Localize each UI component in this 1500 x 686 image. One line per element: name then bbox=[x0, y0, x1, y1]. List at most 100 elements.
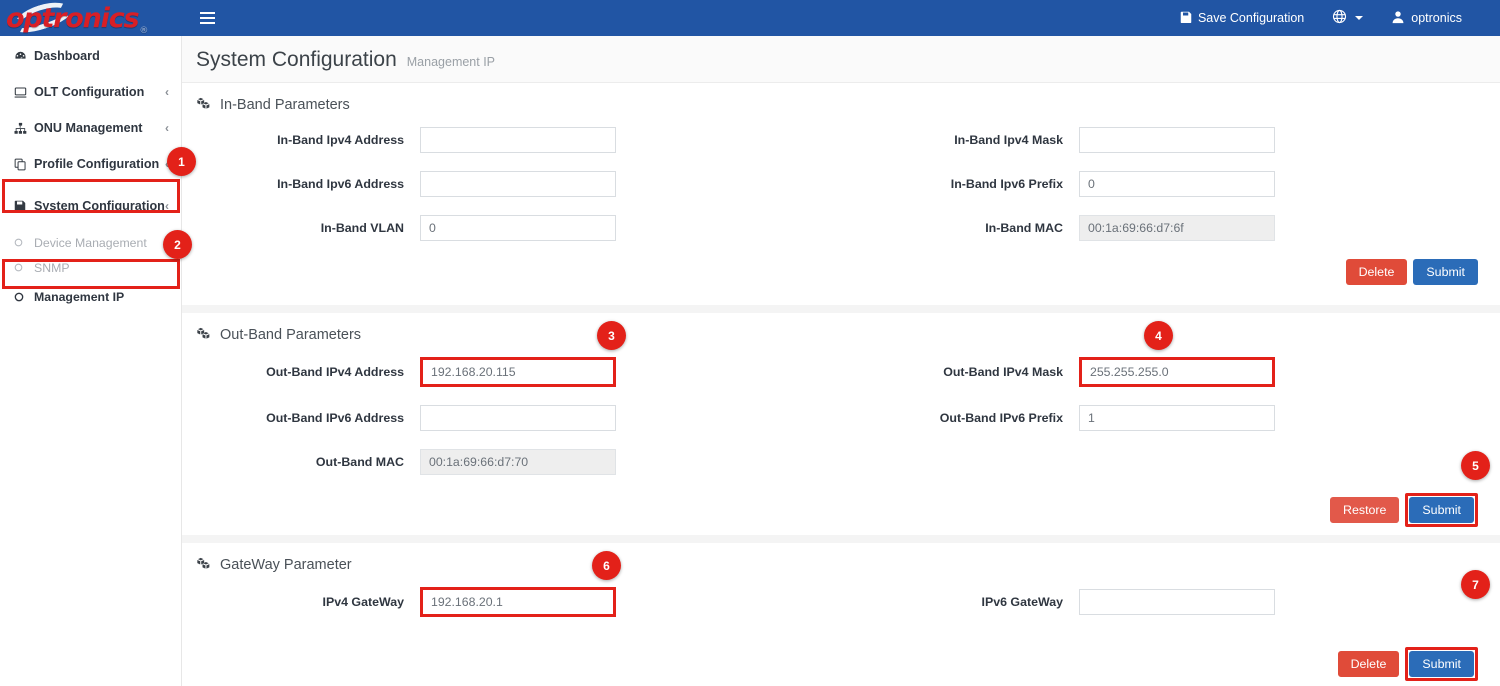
outband-submit-button[interactable]: Submit bbox=[1409, 497, 1474, 523]
cubes-icon bbox=[196, 327, 211, 343]
outband-ipv6-prefix-input[interactable]: 1 bbox=[1079, 405, 1275, 431]
inband-ipv6-prefix-label: In-Band Ipv6 Prefix bbox=[841, 177, 1079, 191]
breadcrumb: Management IP bbox=[407, 55, 495, 69]
gateway-ipv6-input[interactable] bbox=[1079, 589, 1275, 615]
inband-ipv6-address-field: In-Band Ipv6 Address bbox=[182, 171, 841, 197]
circle-o-icon bbox=[14, 292, 34, 302]
inband-ipv4-mask-input[interactable] bbox=[1079, 127, 1275, 153]
save-configuration-button[interactable]: Save Configuration bbox=[1166, 0, 1318, 36]
logo-text: optronics® bbox=[6, 5, 146, 32]
annotation-badge-3: 3 bbox=[597, 321, 626, 350]
floppy-disk-icon bbox=[1180, 11, 1192, 26]
registered-mark-icon: ® bbox=[139, 26, 147, 36]
inband-ipv4-address-input[interactable] bbox=[420, 127, 616, 153]
outband-ipv4-mask-field: Out-Band IPv4 Mask 255.255.255.0 bbox=[841, 357, 1500, 387]
outband-ipv4-address-field: Out-Band IPv4 Address 192.168.20.115 bbox=[182, 357, 841, 387]
inband-mac-field: In-Band MAC 00:1a:69:66:d7:6f bbox=[841, 215, 1500, 241]
inband-button-row: Delete Submit bbox=[182, 259, 1500, 285]
sidebar-subitem-device-management[interactable]: Device Management bbox=[0, 230, 181, 255]
sidebar-item-label: Dashboard bbox=[34, 49, 169, 63]
outband-button-row: Restore Submit bbox=[182, 493, 1500, 527]
outband-ipv6-address-input[interactable] bbox=[420, 405, 616, 431]
outband-ipv6-address-label: Out-Band IPv6 Address bbox=[182, 411, 420, 425]
inband-ipv6-address-input[interactable] bbox=[420, 171, 616, 197]
sidebar-item-onu-management[interactable]: ONU Management ‹ bbox=[0, 110, 181, 146]
gateway-delete-button[interactable]: Delete bbox=[1338, 651, 1400, 677]
main-content: System Configuration Management IP ForoI… bbox=[182, 36, 1500, 686]
annotation-badge-6: 6 bbox=[592, 551, 621, 580]
gateway-button-row: Delete Submit bbox=[182, 647, 1500, 681]
inband-section-label: In-Band Parameters bbox=[220, 97, 350, 113]
inband-delete-button[interactable]: Delete bbox=[1346, 259, 1408, 285]
sidebar-subitem-label: Device Management bbox=[34, 236, 147, 250]
gateway-ipv6-field: IPv6 GateWay bbox=[841, 587, 1500, 617]
outband-section-title: Out-Band Parameters bbox=[182, 327, 1500, 343]
outband-ipv4-mask-label: Out-Band IPv4 Mask bbox=[841, 365, 1079, 379]
annotation-badge-1: 1 bbox=[167, 147, 196, 176]
annotation-box-outband-submit: Submit bbox=[1405, 493, 1478, 527]
sidebar-item-label: Profile Configuration bbox=[34, 157, 165, 171]
inband-row-1: In-Band Ipv4 Address In-Band Ipv4 Mask bbox=[182, 127, 1500, 153]
outband-ipv4-address-input[interactable]: 192.168.20.115 bbox=[420, 357, 616, 387]
cubes-icon bbox=[196, 97, 211, 113]
outband-section-label: Out-Band Parameters bbox=[220, 327, 361, 343]
brand-logo[interactable]: optronics® bbox=[0, 0, 182, 36]
inband-vlan-input[interactable]: 0 bbox=[420, 215, 616, 241]
page-header: System Configuration Management IP bbox=[182, 36, 1500, 83]
gateway-ipv4-input[interactable]: 192.168.20.1 bbox=[420, 587, 616, 617]
chevron-left-icon: ‹ bbox=[165, 85, 169, 99]
dashboard-icon bbox=[14, 50, 34, 63]
copy-icon bbox=[14, 158, 34, 171]
inband-submit-button[interactable]: Submit bbox=[1413, 259, 1478, 285]
save-configuration-label: Save Configuration bbox=[1198, 11, 1304, 25]
gateway-submit-button[interactable]: Submit bbox=[1409, 651, 1474, 677]
outband-ipv4-address-label: Out-Band IPv4 Address bbox=[182, 365, 420, 379]
gateway-section-title: GateWay Parameter bbox=[182, 557, 1500, 573]
chevron-left-icon: ‹ bbox=[165, 121, 169, 135]
inband-ipv4-address-field: In-Band Ipv4 Address bbox=[182, 127, 841, 153]
top-bar-right: Save Configuration optronics bbox=[1166, 0, 1500, 36]
sidebar-subitem-label: Management IP bbox=[34, 290, 124, 304]
outband-row3-spacer bbox=[841, 449, 1500, 475]
outband-ipv4-mask-input[interactable]: 255.255.255.0 bbox=[1079, 357, 1275, 387]
user-menu[interactable]: optronics bbox=[1377, 0, 1476, 36]
user-icon bbox=[1391, 10, 1405, 27]
sidebar-item-label: ONU Management bbox=[34, 121, 165, 135]
inband-parameters-card: In-Band Parameters In-Band Ipv4 Address … bbox=[182, 83, 1500, 305]
language-selector[interactable] bbox=[1318, 0, 1377, 36]
sidebar-subitem-label: SNMP bbox=[34, 261, 70, 275]
inband-ipv4-mask-field: In-Band Ipv4 Mask bbox=[841, 127, 1500, 153]
inband-ipv4-address-label: In-Band Ipv4 Address bbox=[182, 133, 420, 147]
outband-row-3: Out-Band MAC 00:1a:69:66:d7:70 bbox=[182, 449, 1500, 475]
inband-ipv6-address-label: In-Band Ipv6 Address bbox=[182, 177, 420, 191]
inband-ipv4-mask-label: In-Band Ipv4 Mask bbox=[841, 133, 1079, 147]
inband-ipv6-prefix-input[interactable]: 0 bbox=[1079, 171, 1275, 197]
sidebar-item-dashboard[interactable]: Dashboard bbox=[0, 38, 181, 74]
sidebar-item-profile-configuration[interactable]: Profile Configuration ‹ bbox=[0, 146, 181, 182]
user-name-label: optronics bbox=[1411, 11, 1462, 25]
outband-restore-button[interactable]: Restore bbox=[1330, 497, 1399, 523]
outband-mac-label: Out-Band MAC bbox=[182, 455, 420, 469]
sidebar-item-olt-configuration[interactable]: OLT Configuration ‹ bbox=[0, 74, 181, 110]
sidebar-subitem-snmp[interactable]: SNMP bbox=[0, 255, 181, 280]
annotation-badge-4: 4 bbox=[1144, 321, 1173, 350]
gateway-row-1: IPv4 GateWay 192.168.20.1 IPv6 GateWay bbox=[182, 587, 1500, 617]
inband-row-3: In-Band VLAN 0 In-Band MAC 00:1a:69:66:d… bbox=[182, 215, 1500, 241]
page-title: System Configuration bbox=[196, 48, 397, 72]
inband-section-title: In-Band Parameters bbox=[182, 97, 1500, 113]
sidebar-item-label: OLT Configuration bbox=[34, 85, 165, 99]
inband-vlan-label: In-Band VLAN bbox=[182, 221, 420, 235]
globe-icon bbox=[1332, 9, 1347, 27]
outband-mac-input: 00:1a:69:66:d7:70 bbox=[420, 449, 616, 475]
circle-o-icon bbox=[14, 238, 34, 247]
outband-row-2: Out-Band IPv6 Address Out-Band IPv6 Pref… bbox=[182, 405, 1500, 431]
gateway-parameter-card: GateWay Parameter IPv4 GateWay 192.168.2… bbox=[182, 543, 1500, 686]
gateway-ipv4-label: IPv4 GateWay bbox=[182, 595, 420, 609]
gateway-section-label: GateWay Parameter bbox=[220, 557, 352, 573]
sidebar-item-system-configuration[interactable]: System Configuration ‹ bbox=[0, 188, 181, 224]
inband-mac-label: In-Band MAC bbox=[841, 221, 1079, 235]
sidebar-subitem-management-ip[interactable]: Management IP bbox=[0, 284, 181, 309]
sitemap-icon bbox=[14, 122, 34, 135]
inband-vlan-field: In-Band VLAN 0 bbox=[182, 215, 841, 241]
menu-toggle-icon[interactable] bbox=[190, 0, 224, 36]
